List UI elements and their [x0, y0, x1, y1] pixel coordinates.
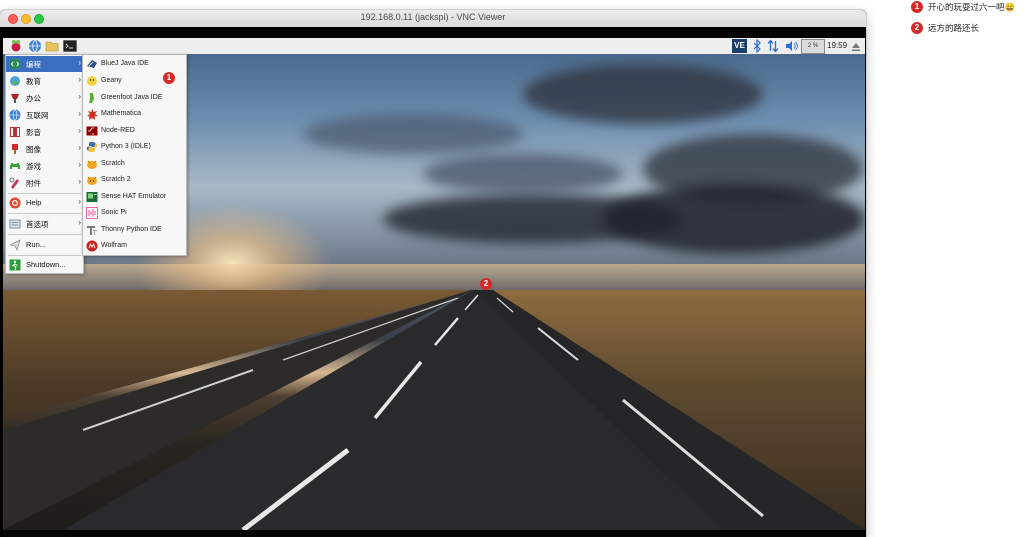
run-icon: [9, 239, 21, 251]
chevron-right-icon: ›: [78, 143, 81, 152]
media-icon: [10, 127, 20, 137]
geany-icon: [87, 76, 97, 86]
python-icon: [86, 142, 98, 152]
submenu-item-mathematica[interactable]: Mathematica: [83, 106, 186, 122]
menu-item-internet[interactable]: 互联网 ›: [6, 107, 83, 123]
menu-item-run[interactable]: Run...: [6, 237, 83, 253]
menu-item-programming[interactable]: 编程 ›: [6, 56, 83, 72]
submenu-item-greenfoot[interactable]: Greenfoot Java IDE: [83, 90, 186, 106]
menu-item-education[interactable]: 教育 ›: [6, 73, 83, 89]
pi-taskbar: VE 2 % 19:59: [3, 38, 865, 55]
eject-icon[interactable]: [851, 40, 861, 52]
submenu-item-wolfram[interactable]: Wolfram: [83, 238, 186, 254]
scratch-icon: [87, 160, 97, 169]
menu-separator: [8, 255, 81, 256]
wolfram-icon: [86, 240, 98, 252]
thonny-icon: [87, 226, 97, 235]
office-icon: [11, 94, 19, 103]
menu-item-shutdown[interactable]: Shutdown...: [6, 257, 83, 273]
menu-item-media[interactable]: 影音 ›: [6, 124, 83, 140]
accessories-icon: [9, 177, 19, 189]
window-title: 192.168.0.11 (jackspi) - VNC Viewer: [360, 12, 506, 22]
menu-separator: [8, 234, 81, 235]
submenu-item-python3[interactable]: Python 3 (IDLE): [83, 139, 186, 155]
callout-badge-2: 2: [480, 278, 492, 290]
cpu-monitor[interactable]: 2 %: [801, 39, 825, 54]
application-menu: 编程 › 教育 › 办公 › 互联网 › 影音 › 图像 › 游戏 › 附件 › Help › 首…: [5, 54, 84, 274]
shutdown-icon: [9, 259, 21, 271]
menu-item-accessories[interactable]: 附件 ›: [6, 175, 83, 191]
menu-item-help[interactable]: Help ›: [6, 195, 83, 211]
annotation-1: 1 开心的玩耍过六一吧😄: [911, 1, 1015, 13]
menu-separator: [8, 213, 81, 214]
chevron-right-icon: ›: [78, 177, 81, 186]
internet-icon: [9, 109, 21, 121]
education-icon: [10, 76, 20, 86]
file-manager-icon[interactable]: [45, 39, 59, 53]
vnc-top-border: [0, 27, 866, 38]
menu-item-graphics[interactable]: 图像 ›: [6, 141, 83, 157]
chevron-right-icon: ›: [78, 75, 81, 84]
clock[interactable]: 19:59: [827, 41, 847, 50]
submenu-item-sense-hat[interactable]: Sense HAT Emulator: [83, 189, 186, 205]
vnc-bottom-border: [3, 530, 865, 537]
chevron-right-icon: ›: [78, 218, 81, 227]
menu-item-office[interactable]: 办公 ›: [6, 90, 83, 106]
vnc-server-icon[interactable]: VE: [732, 39, 747, 53]
chevron-right-icon: ›: [78, 197, 81, 206]
sonic-pi-icon: [86, 207, 98, 219]
node-red-icon: [86, 126, 98, 136]
scratch2-icon: [87, 176, 97, 185]
submenu-item-scratch2[interactable]: Scratch 2: [83, 172, 186, 188]
chevron-right-icon: ›: [78, 126, 81, 135]
volume-icon[interactable]: [785, 39, 799, 53]
annotation-number-2: 2: [911, 22, 923, 34]
web-browser-icon[interactable]: [28, 39, 42, 53]
chevron-right-icon: ›: [78, 160, 81, 169]
annotation-2: 2 远方的路还长: [911, 22, 979, 34]
annotation-number-1: 1: [911, 1, 923, 13]
chevron-right-icon: ›: [78, 58, 81, 67]
terminal-icon[interactable]: [63, 39, 77, 53]
submenu-item-thonny[interactable]: Thonny Python IDE: [83, 222, 186, 238]
preferences-icon: [9, 219, 21, 229]
submenu-item-node-red[interactable]: Node-RED: [83, 123, 186, 139]
menu-item-games[interactable]: 游戏 ›: [6, 158, 83, 174]
bluetooth-icon[interactable]: [752, 38, 762, 54]
mathematica-icon: [87, 108, 98, 120]
raspberry-menu-icon[interactable]: [9, 39, 23, 53]
chevron-right-icon: ›: [78, 92, 81, 101]
help-icon: [9, 197, 21, 209]
greenfoot-icon: [89, 93, 94, 103]
sense-hat-icon: [86, 192, 98, 202]
programming-icon: [9, 58, 21, 70]
submenu-item-bluej[interactable]: BlueJ Java IDE: [83, 56, 186, 72]
bluej-icon: [87, 60, 97, 68]
annotation-text-1: 开心的玩耍过六一吧😄: [928, 2, 1016, 12]
menu-separator: [8, 193, 81, 194]
submenu-item-scratch[interactable]: Scratch: [83, 156, 186, 172]
annotation-text-2: 远方的路还长: [928, 23, 980, 33]
menu-item-preferences[interactable]: 首选项 ›: [6, 216, 83, 232]
submenu-item-sonic-pi[interactable]: Sonic Pi: [83, 205, 186, 221]
chevron-right-icon: ›: [78, 109, 81, 118]
network-icon[interactable]: [767, 39, 779, 53]
window-titlebar[interactable]: 192.168.0.11 (jackspi) - VNC Viewer: [0, 10, 866, 28]
callout-badge-1: 1: [163, 72, 175, 84]
graphics-icon: [12, 144, 18, 154]
programming-submenu: BlueJ Java IDE Geany Greenfoot Java IDE …: [82, 54, 187, 256]
games-icon: [10, 163, 20, 169]
